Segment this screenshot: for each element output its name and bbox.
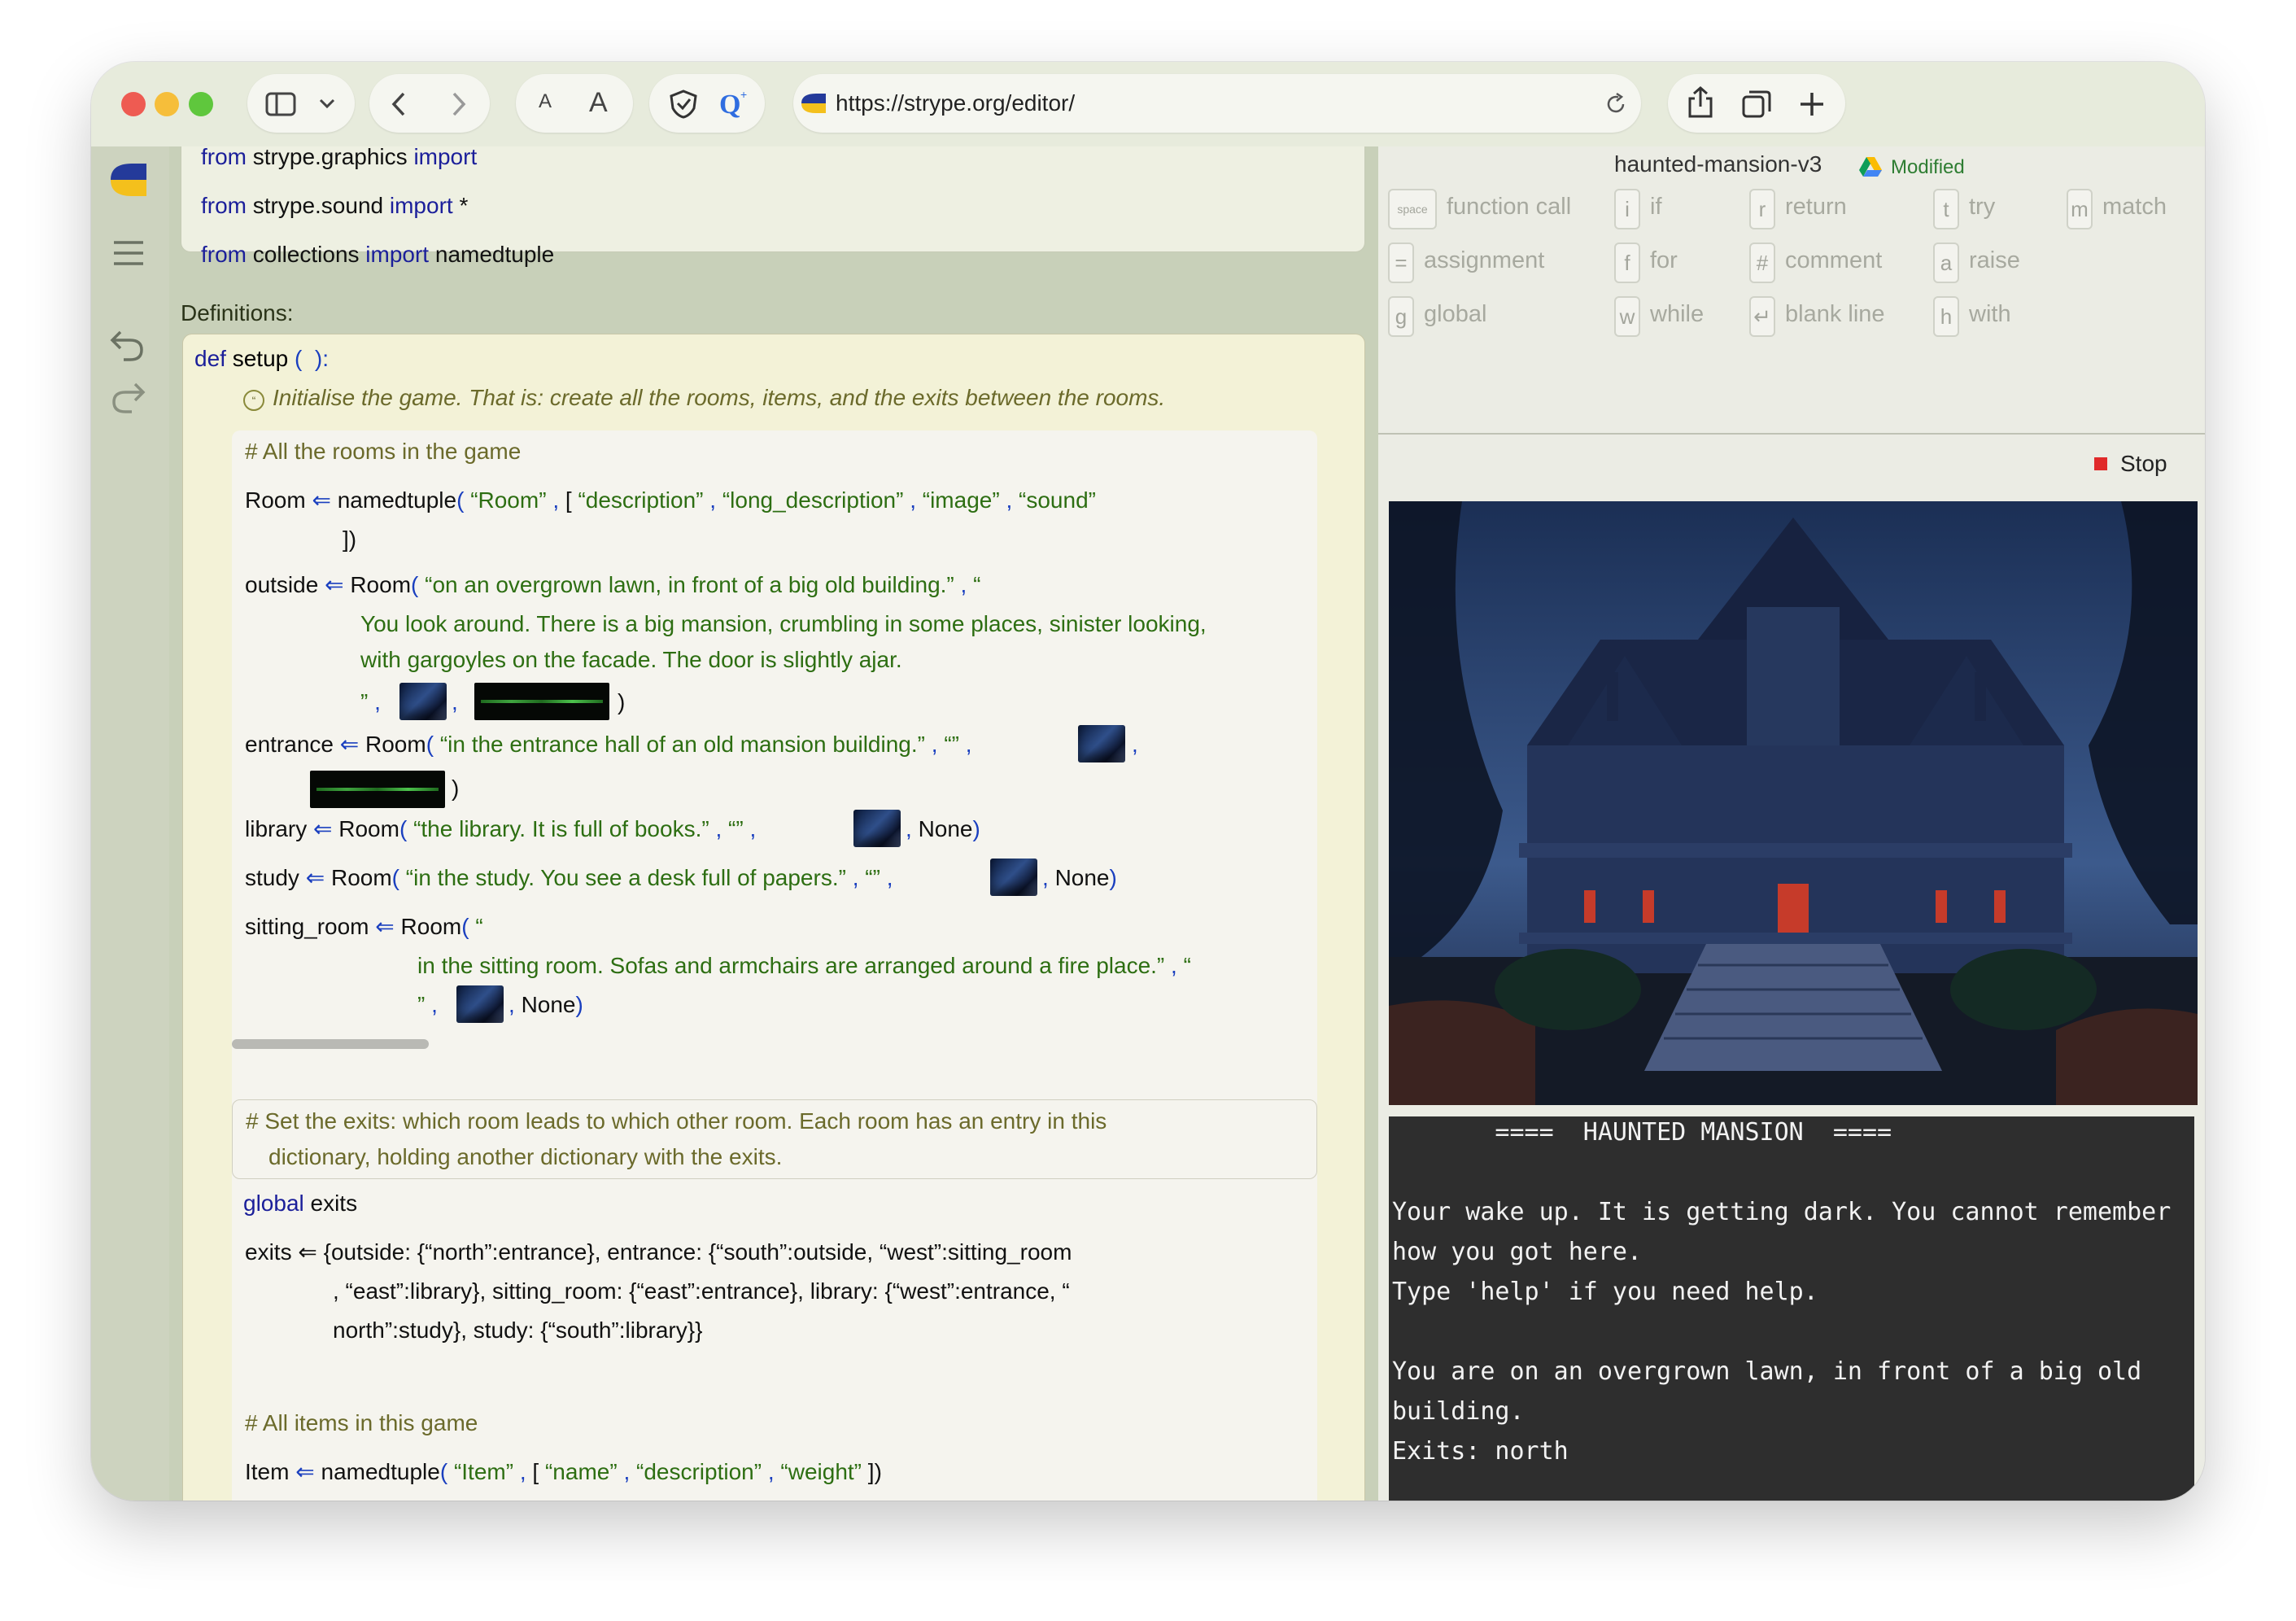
horizontal-scrollbar[interactable]: [232, 1039, 429, 1049]
shortcut-key: r: [1749, 189, 1775, 229]
new-tab-icon[interactable]: [1798, 90, 1826, 118]
console-line: You are on an overgrown lawn, in front o…: [1392, 1357, 2142, 1386]
console-line: Exits: north: [1392, 1437, 1569, 1466]
console-line: how you got here.: [1392, 1238, 1643, 1266]
undo-icon[interactable]: [109, 327, 145, 363]
global-statement[interactable]: global exits: [243, 1191, 357, 1217]
comment-items[interactable]: # All items in this game: [245, 1410, 478, 1436]
comment-rooms[interactable]: # All the rooms in the game: [245, 439, 521, 465]
image-thumbnail[interactable]: [456, 985, 504, 1023]
chevron-down-icon: [319, 98, 335, 109]
console-line: building.: [1392, 1397, 1525, 1426]
extensions: Q +: [649, 74, 765, 133]
address-bar[interactable]: https://strype.org/editor/: [793, 74, 1641, 133]
sidebar-toggle-button[interactable]: [247, 74, 355, 133]
shortcut-label: for: [1650, 247, 1678, 273]
function-body: # All the rooms in the game Room ⇐ named…: [232, 430, 1317, 1501]
haunted-mansion-image: [1389, 501, 2198, 1105]
shortcut-key: f: [1614, 242, 1640, 283]
function-frame: def setup ( ): “Initialise the game. Tha…: [182, 334, 1365, 1501]
forward-icon[interactable]: [447, 90, 469, 118]
sound-thumbnail[interactable]: [310, 771, 445, 808]
shortcut-key: =: [1388, 242, 1414, 283]
text-size-controls: A A: [516, 74, 633, 133]
shortcut-label: raise: [1969, 247, 2020, 273]
image-thumbnail[interactable]: [1078, 725, 1125, 762]
graphics-canvas[interactable]: [1389, 501, 2198, 1105]
shortcut-label: comment: [1785, 247, 1883, 273]
stop-button[interactable]: Stop: [2094, 449, 2192, 482]
shortcut-label: try: [1969, 194, 1996, 220]
shortcut-label: assignment: [1424, 247, 1545, 273]
shortcut-key: #: [1749, 242, 1775, 283]
item-tuple-statement[interactable]: Item ⇐ namedtuple( “Item” , [ “name” , “…: [245, 1459, 882, 1485]
docstring[interactable]: “Initialise the game. That is: create al…: [243, 385, 1165, 411]
function-header[interactable]: def setup ( ):: [194, 346, 329, 372]
minimize-window-button[interactable]: [155, 92, 179, 116]
code-editor: from strype.graphics import from strype.…: [169, 146, 1456, 1501]
shortcut-key: g: [1388, 296, 1414, 337]
url-text: https://strype.org/editor/: [836, 90, 1076, 116]
project-name[interactable]: haunted-mansion-v3: [1614, 151, 1822, 177]
svg-text:Q: Q: [719, 90, 740, 120]
sound-thumbnail[interactable]: [474, 683, 609, 720]
svg-text:+: +: [740, 88, 747, 101]
right-panel: haunted-mansion-v3 Modified space functio…: [1378, 146, 2205, 1501]
close-window-button[interactable]: [121, 92, 146, 116]
shortcuts-panel: haunted-mansion-v3 Modified space functio…: [1378, 146, 2205, 435]
shortcut-key: t: [1933, 189, 1959, 229]
console-line: Your wake up. It is getting dark. You ca…: [1392, 1198, 2172, 1226]
reload-icon[interactable]: [1604, 92, 1628, 116]
console-line: Type 'help' if you need help.: [1392, 1278, 1818, 1306]
shortcut-key: space: [1388, 189, 1437, 229]
image-thumbnail[interactable]: [399, 683, 447, 720]
shortcut-key: i: [1614, 189, 1640, 229]
zoom-window-button[interactable]: [189, 92, 213, 116]
history-nav: [369, 74, 490, 133]
share-icon[interactable]: [1686, 85, 1715, 120]
console-line: ==== HAUNTED MANSION ====: [1392, 1118, 1892, 1147]
google-drive-icon: [1859, 157, 1882, 177]
shield-icon[interactable]: [667, 89, 700, 120]
shortcut-label: if: [1650, 194, 1662, 220]
q-extension-icon[interactable]: Q +: [718, 87, 750, 120]
shortcut-label: with: [1969, 301, 2011, 327]
shortcut-key: a: [1933, 242, 1959, 283]
shortcut-key: h: [1933, 296, 1959, 337]
comment-exits[interactable]: # Set the exits: which room leads to whi…: [232, 1099, 1317, 1179]
shortcut-label: function call: [1447, 194, 1572, 220]
console-output[interactable]: ==== HAUNTED MANSION ==== Your wake up. I…: [1389, 1116, 2194, 1501]
sidebar-icon: [265, 92, 296, 116]
shortcut-label: global: [1424, 301, 1487, 327]
shortcut-key: w: [1614, 296, 1640, 337]
increase-text-size-button[interactable]: A: [589, 87, 608, 119]
browser-window: A A Q + https://strype.org/editor/ from s…: [91, 62, 2205, 1501]
window-actions: [1668, 74, 1845, 133]
shortcut-label: blank line: [1785, 301, 1885, 327]
shortcut-key: ↵: [1749, 296, 1775, 337]
decrease-text-size-button[interactable]: A: [539, 90, 552, 113]
import-line-2[interactable]: from strype.sound import *: [201, 193, 468, 219]
import-line-3[interactable]: from collections import namedtuple: [201, 242, 554, 268]
shortcut-key: m: [2067, 189, 2093, 229]
image-thumbnail[interactable]: [853, 810, 901, 847]
doc-icon: “: [243, 390, 264, 411]
redo-icon[interactable]: [111, 379, 146, 415]
imports-frame: from strype.graphics import from strype.…: [181, 146, 1365, 267]
shortcut-label: while: [1650, 301, 1705, 327]
shortcut-label: return: [1785, 194, 1847, 220]
stop-icon: [2094, 457, 2107, 470]
shortcut-label: match: [2102, 194, 2167, 220]
strype-logo-icon: [801, 94, 826, 113]
definitions-label: Definitions:: [181, 300, 294, 326]
browser-toolbar: A A Q + https://strype.org/editor/: [91, 62, 2205, 146]
import-line-1[interactable]: from strype.graphics import: [201, 146, 477, 170]
save-status: Modified: [1891, 156, 1965, 178]
editor-sidebar: [91, 146, 169, 1501]
strype-logo-icon: [111, 164, 146, 196]
tabs-overview-icon[interactable]: [1741, 89, 1772, 120]
back-icon[interactable]: [389, 90, 410, 118]
image-thumbnail[interactable]: [990, 859, 1037, 896]
menu-icon[interactable]: [112, 239, 145, 267]
